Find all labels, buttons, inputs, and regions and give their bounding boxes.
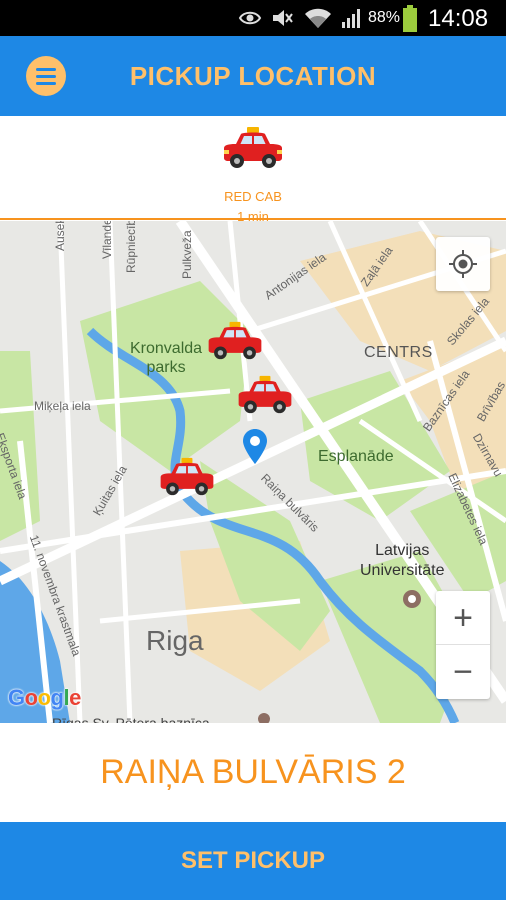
wifi-icon [305, 8, 331, 28]
location-pin-icon[interactable] [242, 429, 268, 465]
poi-label-church: Rīgas Sv. Pētera baznīca [52, 715, 210, 723]
mute-icon [273, 10, 293, 26]
app-screen: 88% 14:08 PICKUP LOCATION RED CAB 1 min … [0, 0, 506, 900]
set-pickup-button[interactable]: SET PICKUP [0, 822, 506, 900]
red-cab-icon [224, 127, 282, 168]
street-label-pulkveza: Pulkveža [180, 230, 194, 279]
page-title: PICKUP LOCATION [129, 61, 377, 91]
map-cab-3[interactable] [156, 457, 218, 497]
battery-icon [403, 5, 417, 32]
city-label-riga: Riga [146, 625, 204, 656]
eye-icon [238, 11, 262, 25]
zoom-in-button[interactable]: + [436, 591, 490, 645]
map-cab-2[interactable] [234, 375, 296, 415]
google-logo: Google [8, 685, 81, 710]
pickup-address: RAIŅA BULVĀRIS 2 [100, 753, 406, 791]
my-location-icon [449, 250, 477, 278]
cab-name: RED CAB [224, 189, 282, 204]
my-location-button[interactable] [436, 237, 490, 291]
street-label-ausekla: Ausekla [53, 221, 67, 251]
park-label-esplanade: Esplanāde [318, 448, 394, 465]
district-label-centrs: CENTRS [364, 344, 433, 361]
cab-selector: RED CAB 1 min [0, 116, 506, 224]
signal-icon [342, 9, 360, 28]
park-label-kronvalda: Kronvalda parks [130, 340, 203, 376]
poi-label-university: Latvijas Universitāte [360, 542, 445, 579]
street-label-rupnieku: Rūpniecības [124, 221, 138, 273]
cab-option-red-cab[interactable]: RED CAB 1 min [203, 126, 303, 224]
street-label-mikela: Miķeļa iela [34, 399, 91, 413]
street-label-vilandes: Vīlandes [100, 221, 114, 259]
clock: 14:08 [428, 5, 489, 32]
zoom-controls: + − [436, 591, 490, 699]
address-panel: RAIŅA BULVĀRIS 2 [0, 723, 506, 822]
map-view[interactable]: Ausekla Vīlandes Rūpniecības Pulkveža An… [0, 221, 506, 723]
zoom-out-button[interactable]: − [436, 645, 490, 699]
map-cab-1[interactable] [204, 321, 266, 361]
app-bar: PICKUP LOCATION [0, 36, 506, 116]
battery-percent: 88% [368, 9, 401, 26]
status-bar: 88% 14:08 [0, 0, 506, 36]
